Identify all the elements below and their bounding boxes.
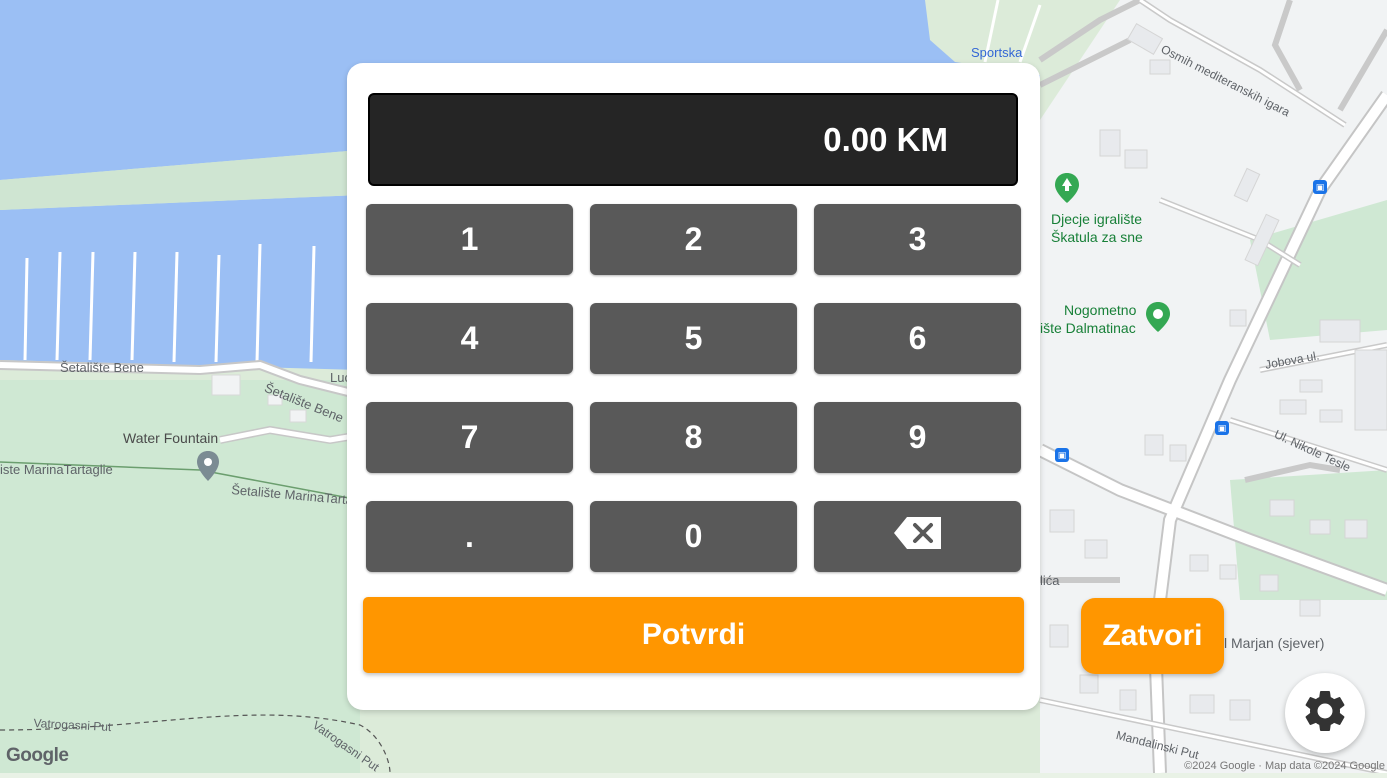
amount-display-value: 0.00 KM	[823, 121, 948, 158]
amount-display: 0.00 KM	[368, 93, 1018, 186]
tree-pin-icon[interactable]	[1055, 173, 1079, 208]
key-5[interactable]: 5	[590, 303, 797, 374]
map-label-water-fountain: Water Fountain	[123, 430, 219, 446]
google-logo: Google	[6, 745, 69, 766]
place-pin-icon[interactable]	[197, 451, 219, 486]
map-label-setaliste-bene: Šetalište Bene	[60, 360, 144, 375]
backspace-button[interactable]	[814, 501, 1021, 572]
map-label-nogometno: Nogometno	[1064, 302, 1137, 318]
map-label-marina: iste MarinaTartaglie	[0, 462, 113, 477]
key-6[interactable]: 6	[814, 303, 1021, 374]
key-8[interactable]: 8	[590, 402, 797, 473]
map-label-marjan: l Marjan (sjever)	[1224, 635, 1325, 651]
key-0[interactable]: 0	[590, 501, 797, 572]
backspace-icon	[893, 515, 943, 559]
key-1[interactable]: 1	[366, 204, 573, 275]
amount-keypad-dialog: 0.00 KM 1 2 3 4 5 6 7 8 9 . 0 Potvrdi	[347, 63, 1040, 710]
close-button[interactable]: Zatvori	[1081, 598, 1224, 674]
map-label-skatula: Škatula za sne	[1051, 229, 1143, 245]
key-3[interactable]: 3	[814, 204, 1021, 275]
gear-icon	[1300, 686, 1350, 741]
key-2[interactable]: 2	[590, 204, 797, 275]
map-label-lica: lića	[1040, 573, 1060, 588]
key-7[interactable]: 7	[366, 402, 573, 473]
key-4[interactable]: 4	[366, 303, 573, 374]
map-label-dalmatinac: ište Dalmatinac	[1040, 320, 1136, 336]
bus-stop-icon[interactable]: ▣	[1215, 421, 1229, 435]
key-9[interactable]: 9	[814, 402, 1021, 473]
map-label-djecje: Djecje igralište	[1051, 211, 1143, 227]
bus-stop-icon[interactable]: ▣	[1055, 448, 1069, 462]
key-decimal[interactable]: .	[366, 501, 573, 572]
bus-stop-icon[interactable]: ▣	[1313, 180, 1327, 194]
confirm-button[interactable]: Potvrdi	[363, 597, 1024, 673]
stadium-pin-icon[interactable]	[1146, 302, 1170, 337]
map-label-sportska: Sportska	[971, 45, 1023, 60]
map-attribution: ©2024 Google · Map data ©2024 Google	[1184, 760, 1385, 772]
settings-button[interactable]	[1285, 673, 1365, 753]
